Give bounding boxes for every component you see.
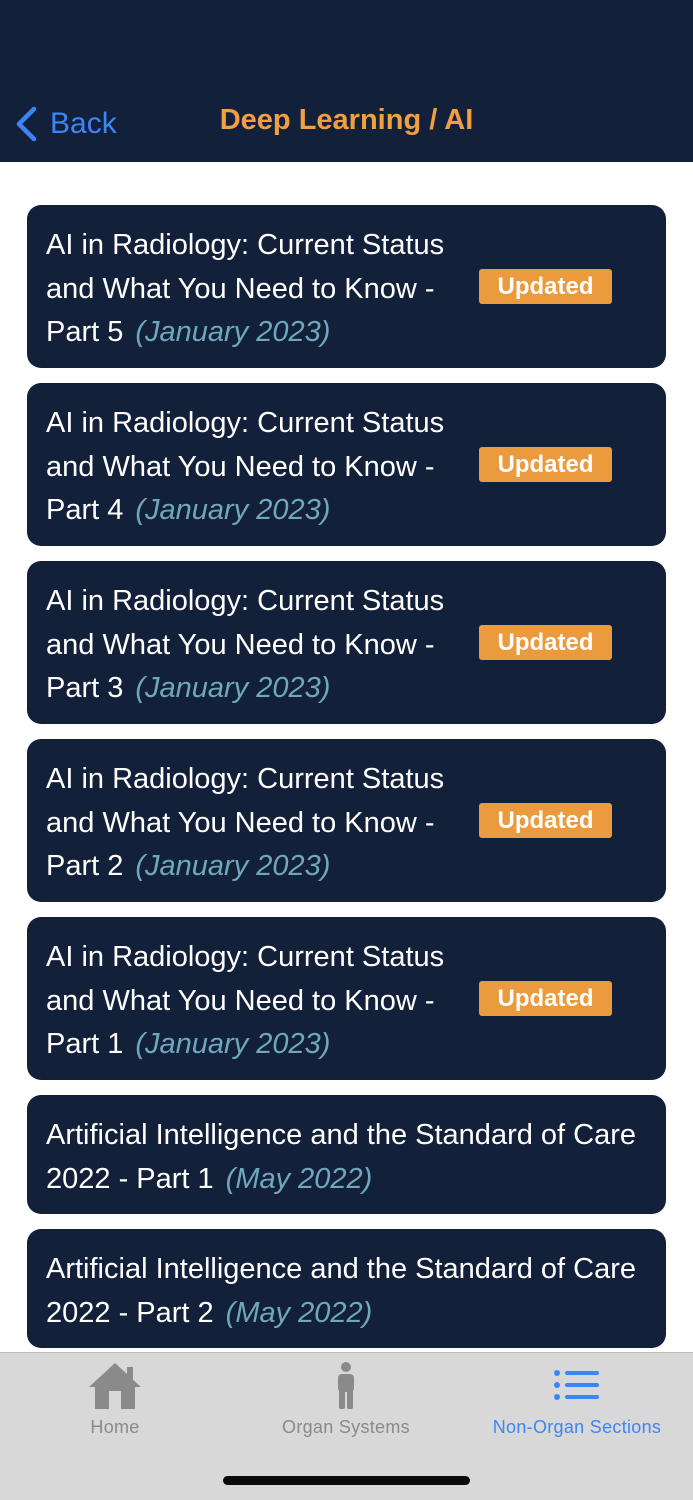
home-indicator[interactable] [223,1476,470,1485]
item-date: (May 2022) [225,1162,373,1195]
person-icon [338,1362,354,1409]
updated-badge: Updated [479,625,612,660]
tab-label: Non-Organ Sections [492,1417,662,1437]
updated-badge: Updated [479,803,612,838]
item-date: (January 2023) [135,494,331,526]
tab-home[interactable]: Home [65,1361,165,1438]
list-item[interactable]: AI in Radiology: Current Status and What… [27,383,666,546]
tab-organ-systems[interactable]: Organ Systems [271,1361,421,1438]
nav-header: Back Deep Learning / AI [0,0,693,162]
updated-badge: Updated [479,447,612,482]
list-icon [554,1370,599,1400]
item-date: (January 2023) [135,316,331,348]
item-date: (May 2022) [225,1296,373,1329]
list-item[interactable]: AI in Radiology: Current Status and What… [27,917,666,1080]
list-item[interactable]: AI in Radiology: Current Status and What… [27,561,666,724]
updated-badge: Updated [479,981,612,1016]
tab-label: Home [90,1417,140,1437]
house-icon [89,1363,141,1409]
item-text: AI in Radiology: Current Status and What… [46,402,486,533]
item-text: AI in Radiology: Current Status and What… [46,936,486,1067]
item-date: (January 2023) [135,1028,331,1060]
content-list[interactable]: AI in Radiology: Current Status and What… [27,205,666,1352]
item-text: AI in Radiology: Current Status and What… [46,758,486,889]
list-item[interactable]: Artificial Intelligence and the Standard… [27,1229,666,1348]
item-text: AI in Radiology: Current Status and What… [46,580,486,711]
updated-badge: Updated [479,269,612,304]
tab-non-organ-sections[interactable]: Non-Organ Sections [486,1361,668,1438]
tab-label: Organ Systems [282,1417,410,1437]
item-date: (January 2023) [135,850,331,882]
item-text: AI in Radiology: Current Status and What… [46,224,486,355]
item-text: Artificial Intelligence and the Standard… [46,1248,646,1335]
item-date: (January 2023) [135,672,331,704]
list-item[interactable]: AI in Radiology: Current Status and What… [27,739,666,902]
list-item[interactable]: AI in Radiology: Current Status and What… [27,205,666,368]
list-item[interactable]: Artificial Intelligence and the Standard… [27,1095,666,1214]
item-text: Artificial Intelligence and the Standard… [46,1114,646,1201]
page-title: Deep Learning / AI [219,104,474,136]
